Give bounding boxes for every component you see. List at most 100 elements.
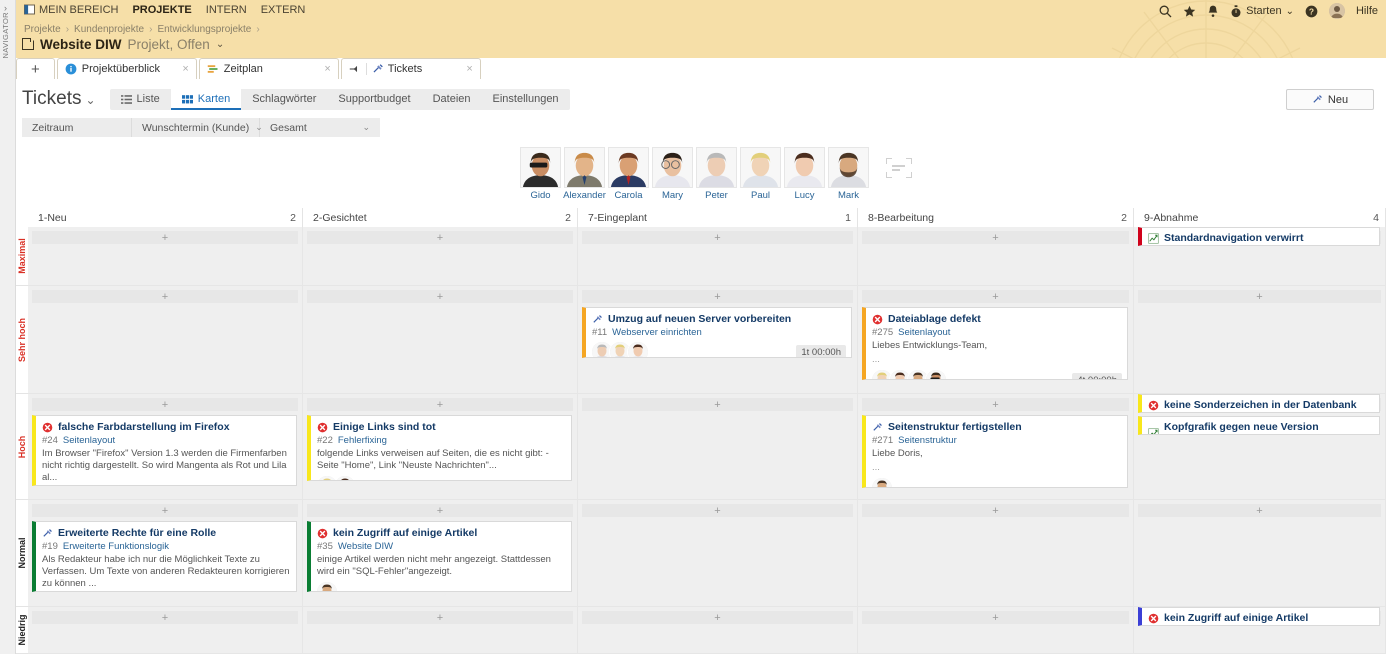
add-card-dropzone[interactable]: + (32, 611, 298, 624)
board-cell[interactable]: + (858, 607, 1134, 654)
add-card-dropzone[interactable]: + (862, 231, 1129, 244)
board-cell[interactable]: + (28, 607, 303, 654)
add-card-dropzone[interactable]: + (307, 290, 573, 303)
board-cell[interactable]: + (578, 394, 858, 500)
add-tab-button[interactable]: + (16, 58, 55, 79)
add-card-dropzone[interactable]: + (582, 611, 853, 624)
chevron-down-icon[interactable]: ⌄ (85, 93, 95, 107)
close-icon[interactable]: × (324, 63, 330, 75)
ticket-card[interactable]: Seitenstruktur fertigstellen#271Seitenst… (862, 415, 1128, 488)
card-category[interactable]: Website DIW (338, 541, 393, 552)
menu-item-mein-bereich[interactable]: MEIN BEREICH (24, 4, 118, 16)
board-cell[interactable]: + (858, 500, 1134, 607)
add-card-dropzone[interactable]: + (307, 231, 573, 244)
tab-einstellungen[interactable]: Einstellungen (482, 89, 570, 110)
star-icon[interactable] (1183, 5, 1196, 18)
help-link[interactable]: Hilfe (1356, 5, 1378, 17)
person-filter-gido[interactable]: Gido (520, 147, 561, 201)
ticket-card[interactable]: Kopfgrafik gegen neue Version austausch.… (1138, 416, 1380, 435)
board-cell[interactable]: + (858, 227, 1134, 286)
tab-tickets[interactable]: Tickets × (341, 58, 481, 79)
ticket-card[interactable]: Umzug auf neuen Server vorbereiten#11Web… (582, 307, 852, 358)
card-category[interactable]: Seitenlayout (63, 435, 115, 446)
add-card-dropzone[interactable]: + (862, 504, 1129, 517)
tab-liste[interactable]: Liste (110, 89, 171, 110)
tab-zeitplan[interactable]: Zeitplan × (199, 58, 339, 79)
person-filter-lucy[interactable]: Lucy (784, 147, 825, 201)
filter-gesamt[interactable]: Gesamt ⌄ (260, 118, 380, 137)
ticket-card[interactable]: Dateiablage defekt#275SeitenlayoutLiebes… (862, 307, 1128, 380)
add-card-dropzone[interactable]: + (862, 611, 1129, 624)
board-cell[interactable]: + (28, 286, 303, 394)
ticket-card[interactable]: falsche Farbdarstellung im Firefox#24Sei… (32, 415, 297, 486)
person-filter-mark[interactable]: Mark (828, 147, 869, 201)
add-card-dropzone[interactable]: + (32, 504, 298, 517)
board-cell[interactable]: + (1134, 286, 1386, 394)
person-filter-carola[interactable]: Carola (608, 147, 649, 201)
card-category[interactable]: Erweiterte Funktionslogik (63, 541, 169, 552)
tab-projektueberblick[interactable]: Projektüberblick × (57, 58, 197, 79)
add-card-dropzone[interactable]: + (307, 504, 573, 517)
ticket-card[interactable]: kein Zugriff auf einige Artikel (1138, 607, 1380, 626)
ticket-card[interactable]: Einige Links sind tot#22Fehlerfixingfolg… (307, 415, 572, 481)
bell-icon[interactable] (1207, 5, 1219, 18)
person-filter-paul[interactable]: Paul (740, 147, 781, 201)
tab-karten[interactable]: Karten (171, 89, 241, 110)
person-filter-alexander[interactable]: Alexander (564, 147, 605, 201)
add-card-dropzone[interactable]: + (1138, 504, 1381, 517)
ticket-card[interactable]: Standardnavigation verwirrt (1138, 227, 1380, 246)
close-icon[interactable]: × (466, 63, 472, 75)
tab-dateien[interactable]: Dateien (422, 89, 482, 110)
add-card-dropzone[interactable]: + (32, 398, 298, 411)
menu-item-intern[interactable]: INTERN (206, 4, 247, 16)
tab-schlagwoerter[interactable]: Schlagwörter (241, 89, 327, 110)
board-cell[interactable]: + (578, 607, 858, 654)
filter-zeitraum[interactable]: Zeitraum (22, 118, 132, 137)
add-card-dropzone[interactable]: + (1138, 290, 1381, 303)
menu-item-projekte[interactable]: PROJEKTE (132, 4, 191, 16)
add-card-dropzone[interactable]: + (32, 290, 298, 303)
add-card-dropzone[interactable]: + (862, 398, 1129, 411)
add-card-dropzone[interactable]: + (582, 290, 853, 303)
pin-icon[interactable] (349, 63, 361, 75)
timer-start-button[interactable]: Starten ⌄ (1230, 5, 1294, 18)
add-card-dropzone[interactable]: + (582, 231, 853, 244)
board-cell[interactable]: + (28, 227, 303, 286)
add-card-dropzone[interactable]: + (307, 398, 573, 411)
menu-item-extern[interactable]: EXTERN (261, 4, 306, 16)
add-card-dropzone[interactable]: + (862, 290, 1129, 303)
add-card-dropzone[interactable]: + (32, 231, 298, 244)
add-card-dropzone[interactable]: + (307, 611, 573, 624)
question-circle-icon[interactable]: ? (1305, 5, 1318, 18)
chevron-down-icon[interactable]: ⌄ (1286, 6, 1294, 17)
card-category[interactable]: Webserver einrichten (612, 327, 702, 338)
ticket-card[interactable]: kein Zugriff auf einige Artikel#35Websit… (307, 521, 572, 592)
search-icon[interactable] (1159, 5, 1172, 18)
person-filter-mary[interactable]: Mary (652, 147, 693, 201)
board-cell[interactable]: + (578, 500, 858, 607)
breadcrumb-item-1[interactable]: Kundenprojekte (74, 24, 144, 35)
card-frame-icon[interactable] (886, 158, 912, 178)
avatar[interactable] (1329, 3, 1345, 19)
board-cell[interactable]: + (303, 227, 578, 286)
add-card-dropzone[interactable]: + (582, 504, 853, 517)
new-ticket-button[interactable]: Neu (1286, 89, 1374, 110)
board-cell[interactable]: + (303, 607, 578, 654)
add-card-dropzone[interactable]: + (582, 398, 853, 411)
ticket-card[interactable]: Erweiterte Rechte für eine Rolle#19Erwei… (32, 521, 297, 592)
board-cell[interactable]: + (303, 286, 578, 394)
tab-supportbudget[interactable]: Supportbudget (327, 89, 421, 110)
chevron-down-icon[interactable]: ⌄ (216, 39, 224, 50)
card-category[interactable]: Fehlerfixing (338, 435, 387, 446)
breadcrumb-item-2[interactable]: Entwicklungsprojekte (157, 24, 251, 35)
close-icon[interactable]: × (182, 63, 188, 75)
filter-wunschtermin[interactable]: Wunschtermin (Kunde) ⌄ (132, 118, 260, 137)
person-filter-peter[interactable]: Peter (696, 147, 737, 201)
card-category[interactable]: Seitenstruktur (898, 435, 957, 446)
navigator-rail[interactable]: › NAVIGATOR (0, 0, 16, 654)
board-cell[interactable]: + (1134, 500, 1386, 607)
ticket-card[interactable]: keine Sonderzeichen in der Datenbank (1138, 394, 1380, 413)
breadcrumb-item-0[interactable]: Projekte (24, 24, 61, 35)
card-category[interactable]: Seitenlayout (898, 327, 950, 338)
board-cell[interactable]: + (578, 227, 858, 286)
